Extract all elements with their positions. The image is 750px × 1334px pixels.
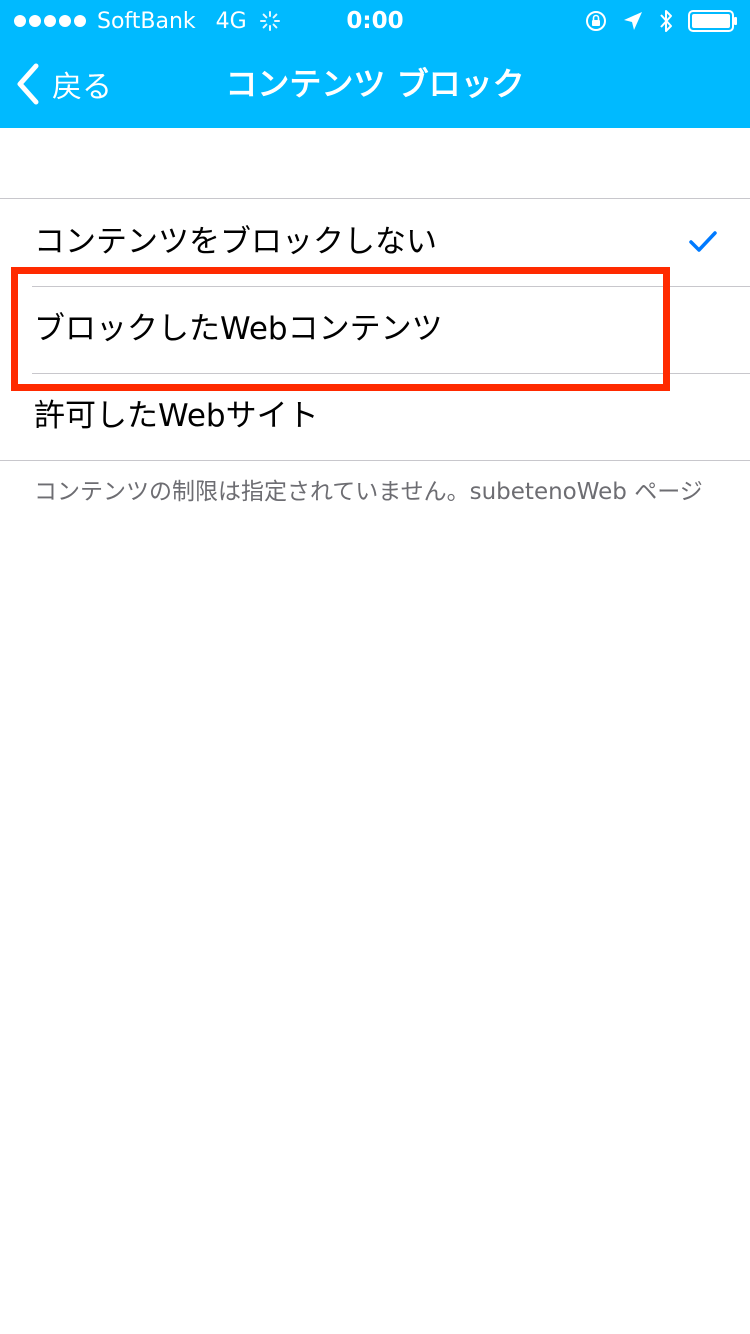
rotation-lock-icon: [584, 9, 608, 33]
content-block-options: コンテンツをブロックしない ブロックしたWebコンテンツ 許可したWebサイト: [0, 198, 750, 461]
status-bar: SoftBank 4G 0:00: [0, 0, 750, 40]
option-label: コンテンツをブロックしない: [34, 224, 437, 260]
page-title: コンテンツ ブロック: [225, 65, 525, 103]
location-arrow-icon: [622, 10, 644, 32]
header: SoftBank 4G 0:00 コンテンツ ブロック 戻る: [0, 0, 750, 128]
option-label: 許可したWebサイト: [34, 398, 319, 434]
bluetooth-icon: [658, 8, 674, 34]
checkmark-icon: [688, 230, 718, 254]
screen: SoftBank 4G 0:00 コンテンツ ブロック 戻る コンテンツをブロッ…: [0, 0, 750, 1334]
option-no-block[interactable]: コンテンツをブロックしない: [0, 199, 750, 286]
battery-icon: [688, 10, 738, 32]
option-label: ブロックしたWebコンテンツ: [34, 311, 443, 347]
status-right: [570, 7, 738, 35]
option-blocked-web-content[interactable]: ブロックしたWebコンテンツ: [0, 286, 750, 373]
footer-note: コンテンツの制限は指定されていません。subetenoWeb ページ: [34, 479, 703, 505]
back-button[interactable]: 戻る: [14, 40, 112, 128]
navigation-bar: コンテンツ ブロック 戻る: [0, 40, 750, 128]
back-button-label: 戻る: [52, 70, 112, 105]
option-allowed-websites[interactable]: 許可したWebサイト: [0, 373, 750, 460]
chevron-left-icon: [17, 63, 39, 105]
